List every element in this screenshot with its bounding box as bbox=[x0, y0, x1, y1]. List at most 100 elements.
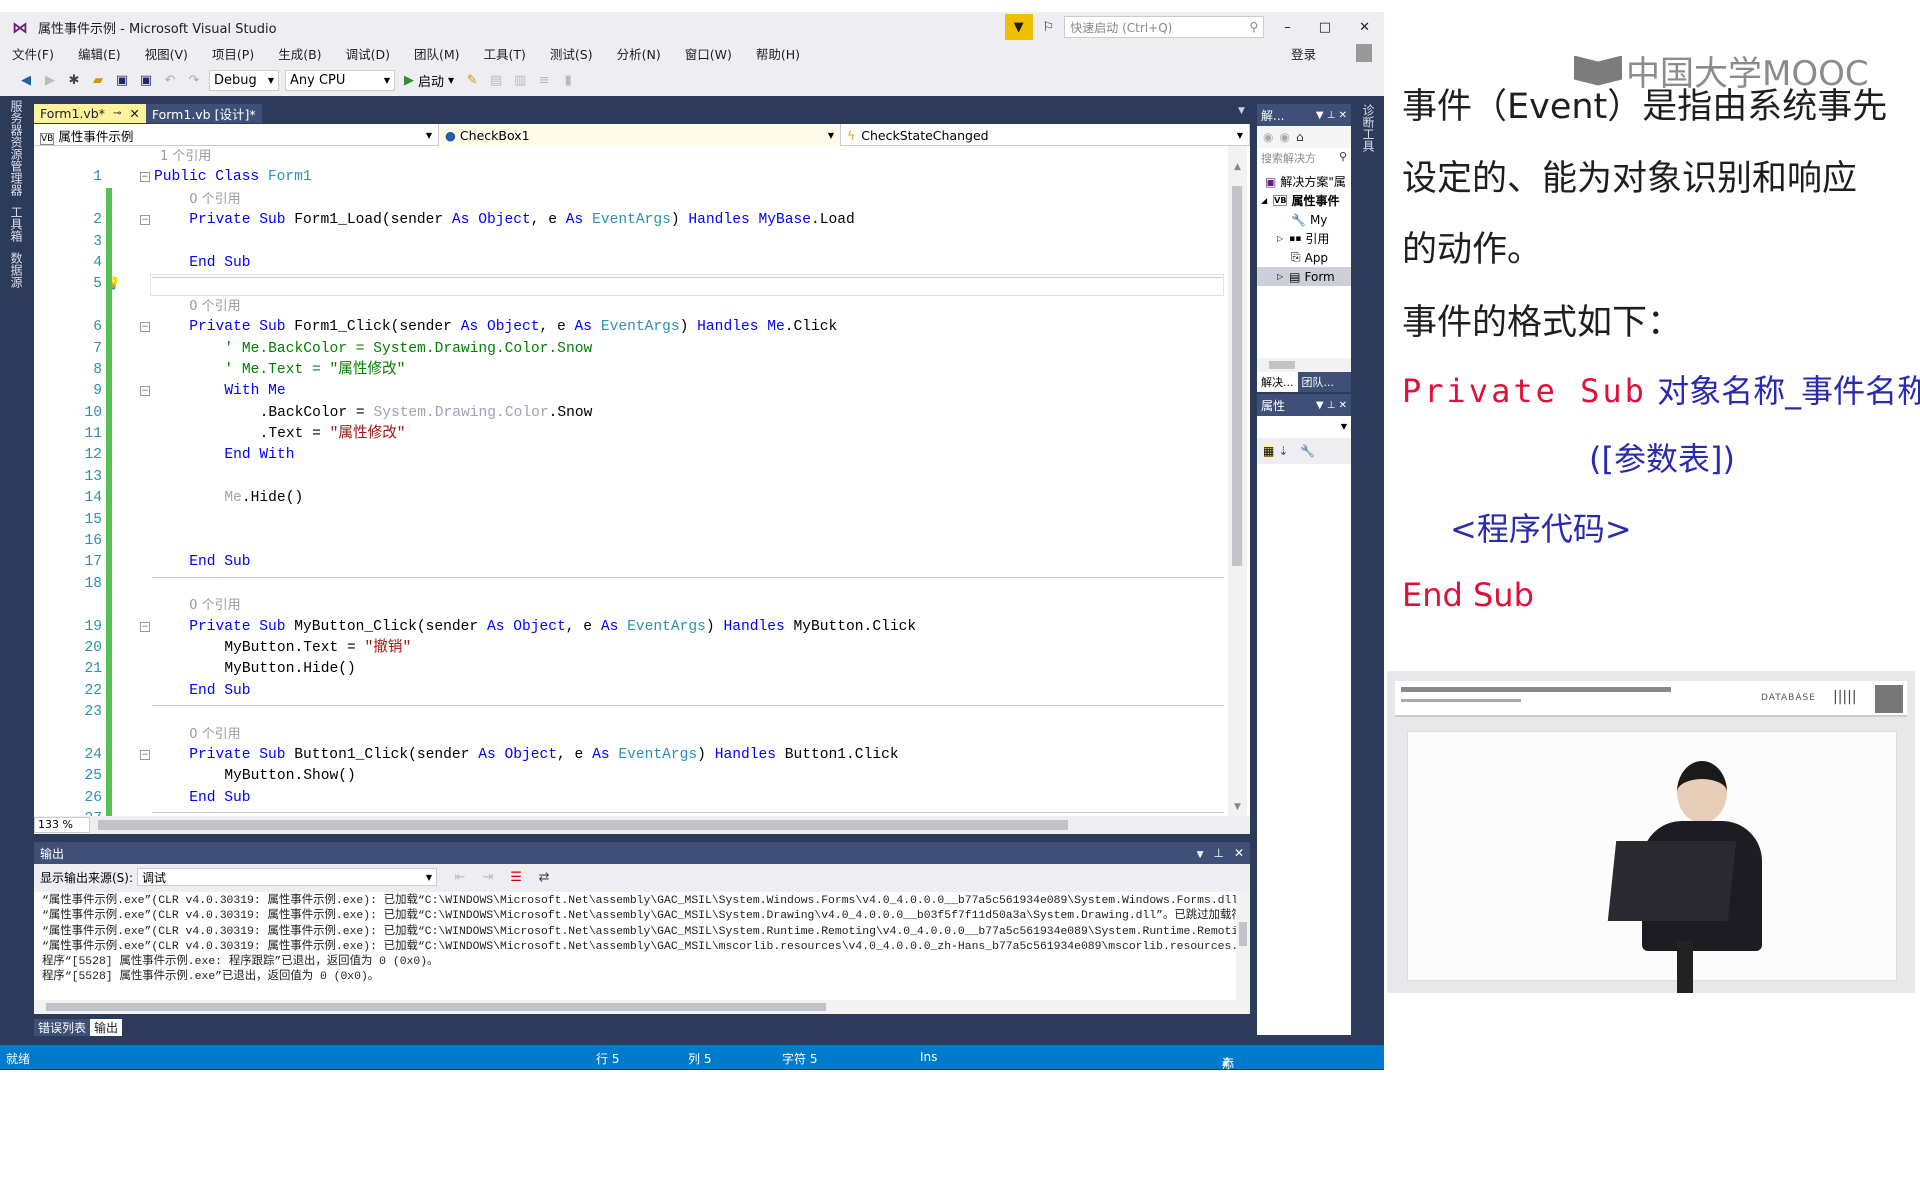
menu-debug[interactable]: 调试(D) bbox=[346, 44, 390, 63]
configuration-select[interactable]: Debug ▼ bbox=[209, 69, 279, 91]
collapse-icon[interactable]: − bbox=[140, 322, 150, 333]
code-lens-reference[interactable]: 0 个引用 bbox=[34, 189, 1224, 210]
menu-test[interactable]: 测试(S) bbox=[550, 44, 593, 63]
account-icon[interactable] bbox=[1356, 44, 1372, 62]
pin-icon[interactable]: ⊥ bbox=[1327, 110, 1336, 121]
server-explorer-tab[interactable]: 服务器资源管理器 bbox=[8, 100, 25, 196]
new-project-icon[interactable]: ✱ bbox=[65, 71, 83, 89]
forward-icon[interactable]: ▶ bbox=[41, 71, 59, 89]
open-file-icon[interactable]: ▰ bbox=[89, 71, 107, 89]
dropdown-icon[interactable]: ▼ bbox=[1197, 850, 1204, 860]
scroll-thumb[interactable] bbox=[1269, 361, 1295, 369]
code-text[interactable]: End Sub bbox=[189, 681, 250, 702]
close-button[interactable]: ✕ bbox=[1359, 20, 1370, 35]
word-wrap-icon[interactable]: ⇄ bbox=[535, 868, 553, 886]
minimize-button[interactable]: – bbox=[1284, 20, 1291, 35]
object-dropdown[interactable]: ● CheckBox1 ▼ bbox=[439, 124, 841, 146]
reference-count[interactable]: 0 个引用 bbox=[189, 595, 240, 616]
back-icon[interactable]: ◀ bbox=[17, 71, 35, 89]
code-text[interactable]: .Text = "属性修改" bbox=[260, 424, 406, 445]
tree-item-references[interactable]: ▷ ▪▪ 引用 bbox=[1257, 229, 1351, 248]
code-lens-reference[interactable]: 0 个引用 bbox=[34, 595, 1224, 616]
pin-icon[interactable]: ⊥ bbox=[1327, 400, 1336, 411]
clear-all-icon[interactable]: ☰ bbox=[507, 868, 525, 886]
code-lens-reference[interactable]: 0 个引用 bbox=[34, 724, 1224, 745]
feedback-icon[interactable]: ⚐ bbox=[1043, 20, 1055, 35]
close-icon[interactable]: ✕ bbox=[1234, 846, 1244, 860]
menu-tools[interactable]: 工具(T) bbox=[484, 44, 526, 63]
scroll-thumb[interactable] bbox=[1239, 922, 1247, 946]
output-text[interactable]: “属性事件示例.exe”(CLR v4.0.30319: 属性事件示例.exe)… bbox=[34, 892, 1236, 1000]
output-vertical-scrollbar[interactable] bbox=[1236, 892, 1250, 1000]
code-text[interactable]: Private Sub Button1_Click(sender As Obje… bbox=[189, 745, 898, 766]
collapsed-arrow-icon[interactable]: ▷ bbox=[1277, 234, 1283, 243]
find-icon[interactable]: ✎ bbox=[463, 71, 481, 89]
scroll-thumb[interactable] bbox=[1232, 186, 1242, 566]
menu-build[interactable]: 生成(B) bbox=[278, 44, 321, 63]
code-text[interactable]: Private Sub Form1_Click(sender As Object… bbox=[189, 317, 837, 338]
code-lens-reference[interactable]: 0 个引用 bbox=[34, 296, 1224, 317]
reference-count[interactable]: 0 个引用 bbox=[189, 189, 240, 210]
tree-item-project[interactable]: ◢ VB 属性事件 bbox=[1257, 191, 1351, 210]
object-selector[interactable]: ▼ bbox=[1257, 416, 1351, 438]
home-icon[interactable]: ⌂ bbox=[1296, 130, 1304, 144]
menu-project[interactable]: 项目(P) bbox=[212, 44, 254, 63]
close-icon[interactable]: ✕ bbox=[129, 106, 139, 121]
code-lens-reference[interactable]: 1 个引用 bbox=[34, 146, 1224, 167]
code-text[interactable]: End Sub bbox=[189, 552, 250, 573]
solution-search-input[interactable]: 搜索解决方 ⚲ bbox=[1257, 148, 1351, 168]
dropdown-icon[interactable]: ▼ bbox=[1316, 110, 1324, 121]
code-editor[interactable]: 1 个引用 1− Public Class Form1 0 个引用 2− Private … bbox=[34, 146, 1250, 816]
reference-count[interactable]: 0 个引用 bbox=[189, 296, 240, 317]
collapse-icon[interactable]: − bbox=[140, 215, 150, 226]
code-text[interactable]: ' Me.Text = "属性修改" bbox=[224, 360, 405, 381]
reference-count[interactable]: 1 个引用 bbox=[160, 146, 211, 167]
undo-icon[interactable]: ↶ bbox=[161, 71, 179, 89]
code-text[interactable]: MyButton.Show() bbox=[224, 766, 355, 787]
editor-vertical-scrollbar[interactable]: ▲ ▼ bbox=[1228, 146, 1247, 816]
menu-window[interactable]: 窗口(W) bbox=[685, 44, 732, 63]
toolbox-tab[interactable]: 工具箱 bbox=[8, 206, 25, 242]
tab-form1-designer[interactable]: Form1.vb [设计]* bbox=[145, 104, 262, 123]
platform-select[interactable]: Any CPU ▼ bbox=[285, 69, 395, 91]
diagnostic-tools-tab[interactable]: 诊断工具 bbox=[1360, 104, 1377, 152]
alphabetical-icon[interactable]: ⇣ bbox=[1278, 444, 1288, 458]
code-text[interactable]: Me.Hide() bbox=[224, 488, 303, 509]
scroll-thumb[interactable] bbox=[46, 1003, 826, 1011]
close-icon[interactable]: ✕ bbox=[1339, 110, 1347, 121]
property-pages-icon[interactable]: 🔧 bbox=[1300, 444, 1315, 458]
code-text[interactable]: Private Sub MyButton_Click(sender As Obj… bbox=[189, 617, 916, 638]
editor-horizontal-scrollbar[interactable] bbox=[98, 819, 1230, 831]
expanded-arrow-icon[interactable]: ◢ bbox=[1261, 196, 1267, 205]
collapsed-arrow-icon[interactable]: ▷ bbox=[1277, 272, 1283, 281]
code-text[interactable]: With Me bbox=[224, 381, 285, 402]
categorized-icon[interactable]: ▦ bbox=[1263, 444, 1275, 458]
pin-icon[interactable]: ⊸ bbox=[113, 108, 121, 119]
output-horizontal-scrollbar[interactable] bbox=[34, 1000, 1250, 1014]
sign-in-link[interactable]: 登录 bbox=[1291, 44, 1316, 63]
zoom-select[interactable]: 133 % bbox=[34, 817, 90, 833]
tab-solution-explorer[interactable]: 解决... bbox=[1257, 372, 1298, 392]
scroll-down-icon[interactable]: ▼ bbox=[1228, 802, 1247, 812]
quick-launch-input[interactable]: 快速启动 (Ctrl+Q) ⚲ bbox=[1064, 16, 1265, 38]
menu-analyze[interactable]: 分析(N) bbox=[617, 44, 661, 63]
code-text[interactable]: Private Sub Form1_Load(sender As Object,… bbox=[189, 210, 855, 231]
data-sources-tab[interactable]: 数据源 bbox=[8, 252, 25, 288]
collapse-icon[interactable]: − bbox=[140, 172, 150, 183]
code-text[interactable]: Public Class Form1 bbox=[154, 167, 312, 188]
save-all-icon[interactable]: ▣ bbox=[137, 71, 155, 89]
tab-output[interactable]: 输出 bbox=[90, 1019, 123, 1036]
menu-edit[interactable]: 编辑(E) bbox=[78, 44, 121, 63]
collapse-icon[interactable]: − bbox=[140, 621, 150, 632]
collapse-icon[interactable]: − bbox=[140, 749, 150, 760]
reference-count[interactable]: 0 个引用 bbox=[189, 724, 240, 745]
menu-team[interactable]: 团队(M) bbox=[414, 44, 460, 63]
code-text[interactable]: End With bbox=[224, 445, 294, 466]
maximize-button[interactable]: □ bbox=[1319, 20, 1331, 35]
code-text[interactable]: MyButton.Text = "撤销" bbox=[224, 638, 411, 659]
tree-item-form1[interactable]: ▷ ▤ Form bbox=[1257, 267, 1351, 286]
scroll-up-icon[interactable]: ▲ bbox=[1228, 162, 1247, 172]
code-text[interactable]: .BackColor = System.Drawing.Color.Snow bbox=[260, 403, 593, 424]
menu-help[interactable]: 帮助(H) bbox=[756, 44, 800, 63]
tab-overflow-icon[interactable]: ▼ bbox=[1238, 106, 1245, 116]
